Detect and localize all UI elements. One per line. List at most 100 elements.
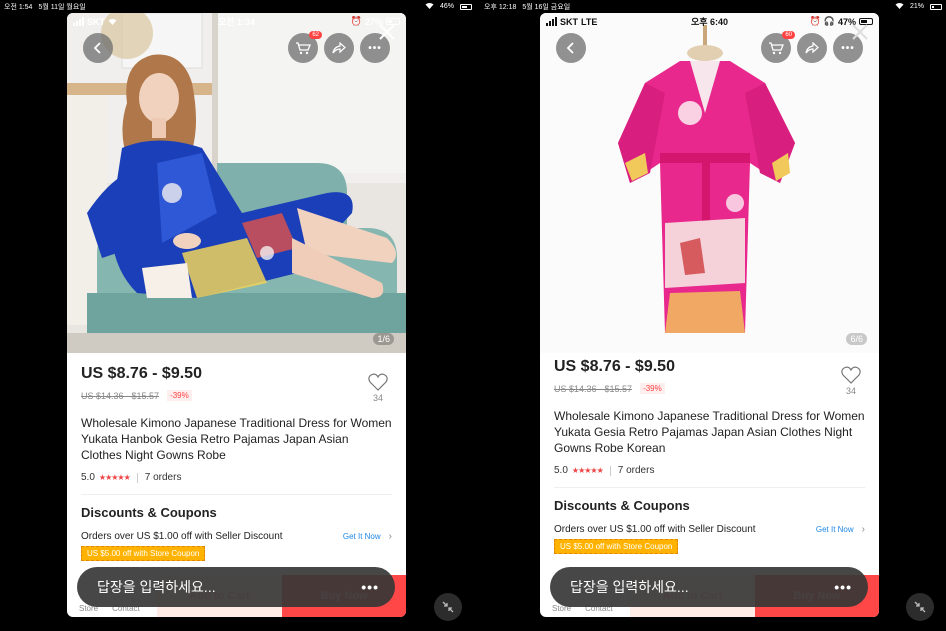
ipad-battery-text: 46% bbox=[440, 3, 455, 10]
wishlist-count: 34 bbox=[845, 386, 856, 396]
heart-icon bbox=[368, 373, 388, 391]
chevron-left-icon bbox=[93, 42, 101, 54]
section-title: Discounts & Coupons bbox=[554, 498, 690, 513]
phone-screen-right: 6/6 SKT LTE 오후 6:40 ⏰ 🎧 47% 60 ••• US $8… bbox=[540, 13, 879, 617]
close-icon[interactable] bbox=[849, 21, 871, 43]
phone-screen-left: 1/6 SKT 오전 1:34 ⏰ 27% 62 ••• US $8.76 - … bbox=[67, 13, 406, 617]
reply-input[interactable]: 답장을 입력하세요... ••• bbox=[77, 567, 395, 607]
back-button[interactable] bbox=[83, 33, 113, 63]
ipad-battery-text: 21% bbox=[909, 3, 924, 10]
store-coupon-tag[interactable]: US $5.00 off with Store Coupon bbox=[554, 539, 679, 554]
wifi-icon bbox=[895, 2, 904, 11]
product-image[interactable]: 6/6 bbox=[540, 13, 879, 353]
seller-discount-row[interactable]: Orders over US $1.00 off with Seller Dis… bbox=[81, 531, 392, 542]
minimize-button[interactable] bbox=[906, 593, 934, 621]
signal-icon bbox=[73, 17, 84, 26]
star-rating-icon: ★★★★★ bbox=[98, 473, 131, 482]
ipad-time: 오후 12:18 bbox=[484, 3, 517, 11]
seller-discount-text: Orders over US $1.00 off with Seller Dis… bbox=[81, 531, 283, 542]
headphones-icon: 🎧 bbox=[823, 16, 835, 26]
more-icon: ••• bbox=[841, 42, 855, 54]
battery-icon bbox=[460, 3, 473, 10]
original-price: US $14.36 - $15.57 bbox=[81, 390, 160, 401]
network-type: LTE bbox=[581, 16, 598, 27]
get-it-now-link[interactable]: Get It Now bbox=[343, 532, 381, 541]
price: US $8.76 - $9.50 bbox=[554, 358, 675, 375]
phone-status-bar: SKT 오전 1:34 ⏰ 27% bbox=[67, 13, 406, 30]
product-info: US $8.76 - $9.50 US $14.36 - $15.57 -39%… bbox=[81, 365, 392, 561]
seller-discount-row[interactable]: Orders over US $1.00 off with Seller Dis… bbox=[554, 524, 865, 535]
discount-badge: -39% bbox=[640, 383, 665, 394]
discount-badge: -39% bbox=[167, 390, 192, 401]
wishlist-button[interactable]: 34 bbox=[366, 373, 390, 403]
ipad-status-left: 오전 1:54 5월 11일 월요일 bbox=[4, 0, 86, 13]
share-button[interactable] bbox=[797, 33, 827, 63]
reply-placeholder: 답장을 입력하세요... bbox=[570, 579, 689, 595]
divider bbox=[554, 487, 865, 488]
cart-badge: 60 bbox=[782, 31, 795, 39]
wishlist-button[interactable]: 34 bbox=[839, 366, 863, 396]
reply-input[interactable]: 답장을 입력하세요... ••• bbox=[550, 567, 868, 607]
store-coupon-tag[interactable]: US $5.00 off with Store Coupon bbox=[81, 546, 206, 561]
battery-icon bbox=[930, 3, 942, 10]
more-icon: ••• bbox=[368, 42, 382, 54]
heart-icon bbox=[841, 366, 861, 384]
cart-button[interactable]: 62 bbox=[288, 31, 322, 63]
phone-status-bar: SKT LTE 오후 6:40 ⏰ 🎧 47% bbox=[540, 13, 879, 30]
cart-badge: 62 bbox=[309, 31, 322, 39]
rating-value: 5.0 bbox=[81, 472, 95, 483]
ipad-time: 오전 1:54 bbox=[4, 3, 33, 11]
cart-icon bbox=[296, 42, 311, 55]
wishlist-count: 34 bbox=[372, 393, 383, 403]
alarm-icon: ⏰ bbox=[350, 16, 362, 26]
product-photo-woman-blue-kimono bbox=[67, 13, 406, 353]
chevron-right-icon: › bbox=[861, 524, 865, 535]
share-icon bbox=[805, 42, 819, 54]
image-counter: 1/6 bbox=[373, 333, 394, 345]
share-button[interactable] bbox=[324, 33, 354, 63]
rating-value: 5.0 bbox=[554, 465, 568, 476]
get-it-now-link[interactable]: Get It Now bbox=[816, 525, 854, 534]
cart-icon bbox=[769, 42, 784, 55]
order-count: 7 orders bbox=[144, 472, 182, 483]
seller-discount-text: Orders over US $1.00 off with Seller Dis… bbox=[554, 524, 756, 535]
chevron-right-icon: › bbox=[388, 531, 392, 542]
reply-more-button[interactable]: ••• bbox=[834, 579, 852, 595]
chevron-left-icon bbox=[566, 42, 574, 54]
order-count: 7 orders bbox=[617, 465, 655, 476]
carrier-name: SKT bbox=[87, 16, 105, 27]
product-info: US $8.76 - $9.50 US $14.36 - $15.57 -39%… bbox=[554, 358, 865, 554]
divider bbox=[81, 494, 392, 495]
star-rating-icon: ★★★★★ bbox=[571, 466, 604, 475]
product-title: Wholesale Kimono Japanese Traditional Dr… bbox=[554, 409, 865, 455]
product-image[interactable]: 1/6 bbox=[67, 13, 406, 353]
reply-placeholder: 답장을 입력하세요... bbox=[97, 579, 216, 595]
divider bbox=[136, 472, 138, 483]
share-icon bbox=[332, 42, 346, 54]
ipad-date: 5월 16일 금요일 bbox=[522, 3, 571, 11]
ipad-status-right: 21% bbox=[895, 0, 942, 13]
image-counter: 6/6 bbox=[846, 333, 867, 345]
cart-button[interactable]: 60 bbox=[761, 31, 795, 63]
ipad-status-mid: 46% 오후 12:18 5월 16일 금요일 bbox=[425, 0, 570, 13]
section-title: Discounts & Coupons bbox=[81, 505, 217, 520]
phone-time: 오후 6:40 bbox=[690, 17, 729, 27]
shrink-arrows-icon bbox=[914, 601, 926, 613]
divider bbox=[609, 465, 611, 476]
alarm-icon: ⏰ bbox=[809, 16, 821, 26]
signal-icon bbox=[546, 17, 557, 26]
wifi-icon bbox=[425, 2, 434, 11]
price: US $8.76 - $9.50 bbox=[81, 365, 202, 382]
back-button[interactable] bbox=[556, 33, 586, 63]
reply-more-button[interactable]: ••• bbox=[361, 579, 379, 595]
wifi-icon bbox=[108, 17, 117, 27]
phone-time: 오전 1:34 bbox=[217, 17, 256, 27]
ipad-date: 5월 11일 월요일 bbox=[38, 3, 86, 11]
carrier-name: SKT bbox=[560, 16, 578, 27]
shrink-arrows-icon bbox=[442, 601, 454, 613]
minimize-button[interactable] bbox=[434, 593, 462, 621]
close-icon[interactable] bbox=[376, 21, 398, 43]
product-photo-pink-kimono bbox=[540, 13, 879, 353]
product-title: Wholesale Kimono Japanese Traditional Dr… bbox=[81, 416, 392, 462]
original-price: US $14.36 - $15.57 bbox=[554, 383, 633, 394]
